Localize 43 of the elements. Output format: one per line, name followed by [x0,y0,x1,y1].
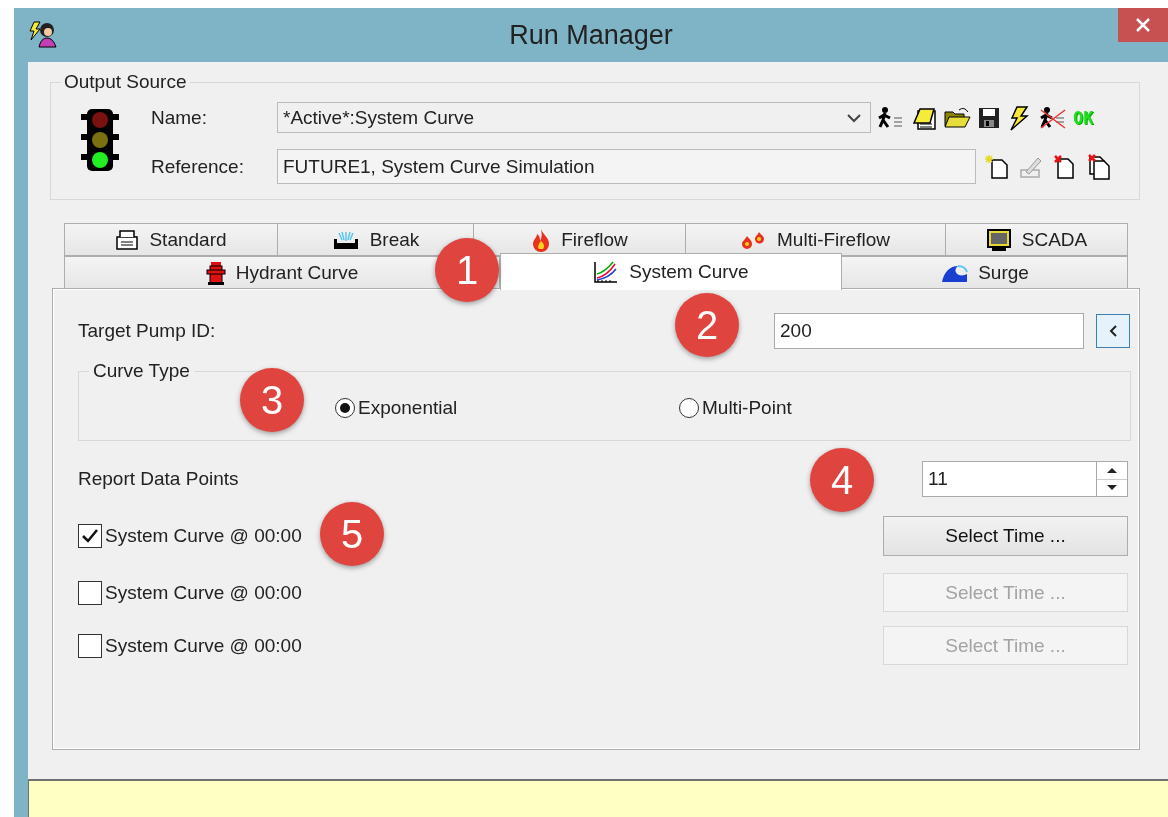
field-label: Report Data Points [78,468,239,490]
notepad-icon[interactable] [911,105,937,130]
up-arrow-icon[interactable] [1106,466,1118,474]
pick-button[interactable] [1096,314,1130,348]
app-icon [28,20,58,48]
printer-icon [115,228,140,251]
monitor-icon [985,227,1012,252]
radio-icon[interactable] [335,398,355,418]
curve-chart-icon [593,260,620,284]
window-title: Run Manager [509,19,673,51]
radio-icon[interactable] [679,398,699,418]
tab[interactable]: Surge [842,256,1128,289]
crossed-figure-icon[interactable] [1039,105,1067,130]
chevron-down-icon[interactable] [846,112,862,123]
field-label: Reference: [151,155,245,178]
open-folder-icon[interactable] [943,105,971,130]
spin-field[interactable]: 11 [922,461,1128,497]
field-label: Name: [151,106,208,129]
field-label: Target Pump ID: [78,320,216,342]
pump-id-field[interactable]: 200 [774,313,1084,349]
tab[interactable]: SCADA [946,223,1128,256]
tab[interactable]: System Curve [500,253,842,290]
tab[interactable]: Standard [64,223,278,256]
new-document-icon[interactable] [984,153,1010,180]
save-icon[interactable] [977,105,1001,130]
hydrant-icon [205,260,226,285]
radio-option[interactable]: Exponential [335,397,458,419]
chevron-left-icon[interactable] [1108,324,1118,338]
reference-field[interactable]: FUTURE1, System Curve Simulation [277,149,976,184]
tab[interactable]: Break [278,223,474,256]
tab[interactable]: Multi-Fireflow [686,223,946,256]
checkbox[interactable]: System Curve @ 00:00 [78,524,302,548]
flame-icon [531,227,552,252]
close-icon[interactable] [1135,17,1151,33]
traffic-light-icon [79,109,121,171]
close-button[interactable] [1118,8,1168,42]
name-dropdown[interactable]: *Active*:System Curve [277,102,871,133]
walking-figure-icon[interactable] [877,105,905,130]
delete-documents-icon[interactable] [1086,153,1112,180]
checkbox-icon[interactable] [78,524,102,548]
select-time-button[interactable]: Select Time ... [883,516,1128,556]
radio-option[interactable]: Multi-Point [679,397,792,419]
down-arrow-icon[interactable] [1106,484,1118,492]
